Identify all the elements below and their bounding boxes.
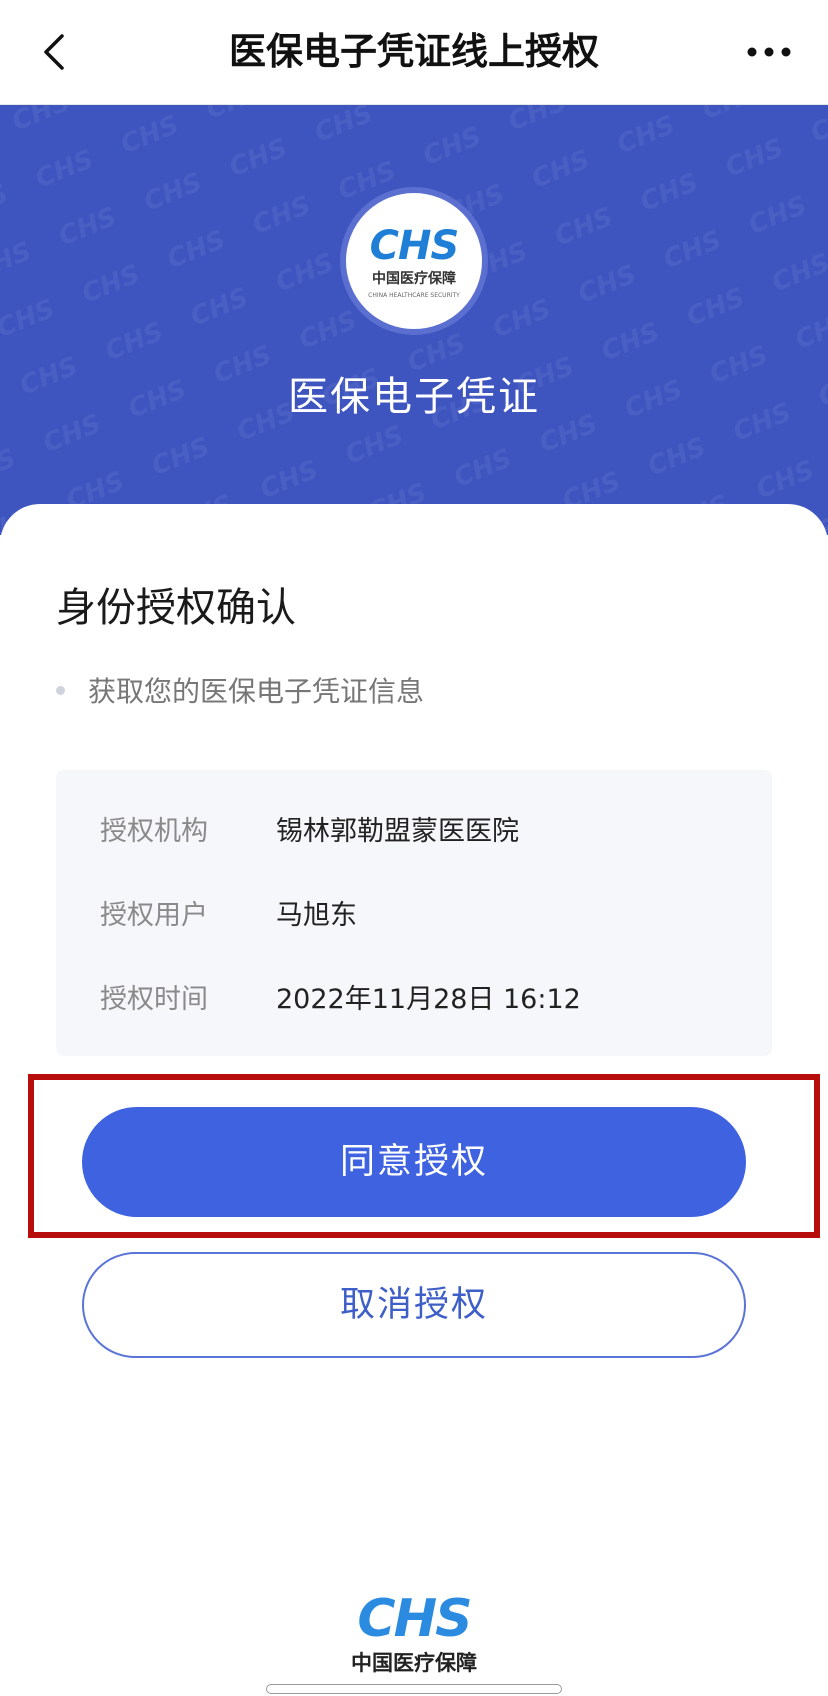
user-value: 马旭东: [276, 900, 357, 931]
institution-value: 锡林郭勒盟蒙医医院: [276, 816, 519, 847]
section-title: 身份授权确认: [56, 585, 296, 631]
page-title: 医保电子凭证线上授权: [229, 30, 599, 73]
hero-banner: CHS CHS 中国医疗保障 CHINA HEALTHCARE SECURITY…: [0, 105, 828, 535]
logo-en-text: CHINA HEALTHCARE SECURITY: [368, 292, 460, 299]
time-value: 2022年11月28日 16:12: [276, 984, 581, 1015]
chs-logo: CHS 中国医疗保障 CHINA HEALTHCARE SECURITY: [340, 187, 488, 335]
agree-button[interactable]: 同意授权: [82, 1107, 746, 1217]
home-indicator[interactable]: [266, 1684, 562, 1694]
user-label: 授权用户: [100, 900, 208, 931]
footer-logo-cn: 中国医疗保障: [351, 1651, 477, 1675]
footer-logo: CHS 中国医疗保障: [340, 1586, 488, 1678]
more-button[interactable]: [744, 34, 794, 70]
bullet-dot: [56, 686, 65, 695]
hero-title: 医保电子凭证: [288, 374, 540, 420]
cancel-button[interactable]: 取消授权: [82, 1252, 746, 1358]
footer-logo-mark: CHS: [357, 1589, 470, 1649]
nav-bar: 医保电子凭证线上授权: [0, 0, 828, 105]
institution-label: 授权机构: [100, 816, 208, 847]
time-label: 授权时间: [100, 984, 208, 1015]
logo-cn-text: 中国医疗保障: [372, 270, 456, 287]
more-horizontal-icon: [747, 47, 791, 57]
logo-mark: CHS: [370, 223, 459, 269]
permission-item: 获取您的医保电子凭证信息: [88, 675, 425, 708]
